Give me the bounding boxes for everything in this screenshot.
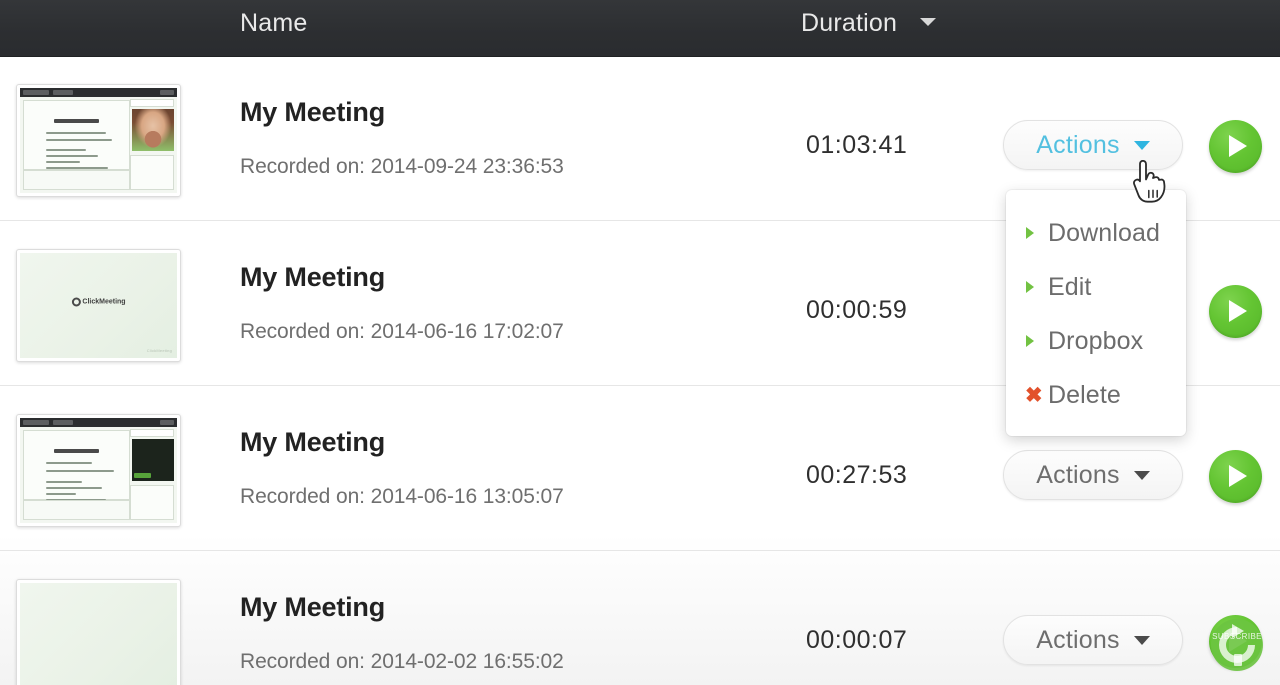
actions-dropdown-menu: Download Edit Dropbox ✖ Delete	[1006, 190, 1186, 436]
recording-title: My Meeting	[240, 262, 386, 292]
clickmeeting-logo-mark	[71, 297, 81, 307]
clickmeeting-logo: ClickMeeting	[71, 297, 126, 307]
actions-button[interactable]: Actions	[1003, 450, 1183, 500]
recording-thumbnail[interactable]: ClickMeeting ClickMeeting	[16, 249, 181, 362]
actions-button-label: Actions	[1036, 625, 1120, 654]
chevron-down-icon	[1133, 140, 1150, 150]
chevron-down-icon	[1133, 635, 1150, 645]
actions-button-label: Actions	[1036, 130, 1120, 159]
actions-button[interactable]: Actions	[1003, 120, 1183, 170]
play-icon	[1229, 300, 1247, 322]
caret-down-icon	[920, 18, 937, 27]
menu-item-delete[interactable]: ✖ Delete	[1006, 368, 1186, 422]
webcam-preview	[132, 439, 174, 481]
play-button[interactable]	[1209, 120, 1262, 173]
thumbnail-corner-label: ClickMeeting	[146, 348, 172, 353]
play-button[interactable]	[1209, 615, 1262, 668]
recording-duration: 00:00:59	[806, 296, 908, 324]
column-header-duration-label: Duration	[801, 9, 898, 37]
menu-item-edit[interactable]: Edit	[1006, 260, 1186, 314]
menu-item-edit-label: Edit	[1048, 272, 1092, 301]
recording-date: Recorded on: 2014-06-16 13:05:07	[240, 485, 564, 508]
column-header-name-label: Name	[240, 9, 308, 37]
recording-title: My Meeting	[240, 97, 386, 127]
recording-date: Recorded on: 2014-06-16 17:02:07	[240, 320, 564, 343]
recording-date: Recorded on: 2014-09-24 23:36:53	[240, 155, 564, 178]
table-header: Name Duration	[0, 0, 1280, 57]
menu-item-dropbox-label: Dropbox	[1048, 326, 1144, 355]
recording-thumbnail[interactable]	[16, 579, 181, 685]
chevron-down-icon	[1133, 470, 1150, 480]
play-icon	[1229, 630, 1247, 652]
recording-thumbnail[interactable]	[16, 414, 181, 527]
triangle-right-icon	[1026, 227, 1048, 239]
recording-title: My Meeting	[240, 427, 386, 457]
x-mark-icon: ✖	[1025, 383, 1043, 407]
recording-date: Recorded on: 2014-02-02 16:55:02	[240, 650, 564, 673]
play-button[interactable]	[1209, 450, 1262, 503]
actions-button-label: Actions	[1036, 460, 1120, 489]
recording-duration: 00:27:53	[806, 461, 908, 489]
recordings-list-screen: Name Duration My Meeting Recorded on: 20…	[0, 0, 1280, 685]
actions-button[interactable]: Actions	[1003, 615, 1183, 665]
play-icon	[1229, 135, 1247, 157]
play-icon	[1229, 465, 1247, 487]
recording-title: My Meeting	[240, 592, 386, 622]
menu-item-download[interactable]: Download	[1006, 206, 1186, 260]
recording-thumbnail[interactable]	[16, 84, 181, 197]
triangle-right-icon	[1026, 281, 1048, 293]
webcam-preview	[132, 109, 174, 151]
triangle-right-icon	[1026, 335, 1048, 347]
menu-item-delete-label: Delete	[1048, 380, 1121, 409]
menu-item-dropbox[interactable]: Dropbox	[1006, 314, 1186, 368]
clickmeeting-logo-text: ClickMeeting	[82, 298, 126, 306]
table-row[interactable]: My Meeting Recorded on: 2014-02-02 16:55…	[0, 551, 1280, 685]
recording-duration: 00:00:07	[806, 626, 908, 654]
recording-duration: 01:03:41	[806, 131, 908, 159]
column-header-duration[interactable]: Duration	[801, 9, 937, 38]
play-button[interactable]	[1209, 285, 1262, 338]
column-header-name[interactable]: Name	[240, 9, 308, 38]
menu-item-download-label: Download	[1048, 218, 1160, 247]
